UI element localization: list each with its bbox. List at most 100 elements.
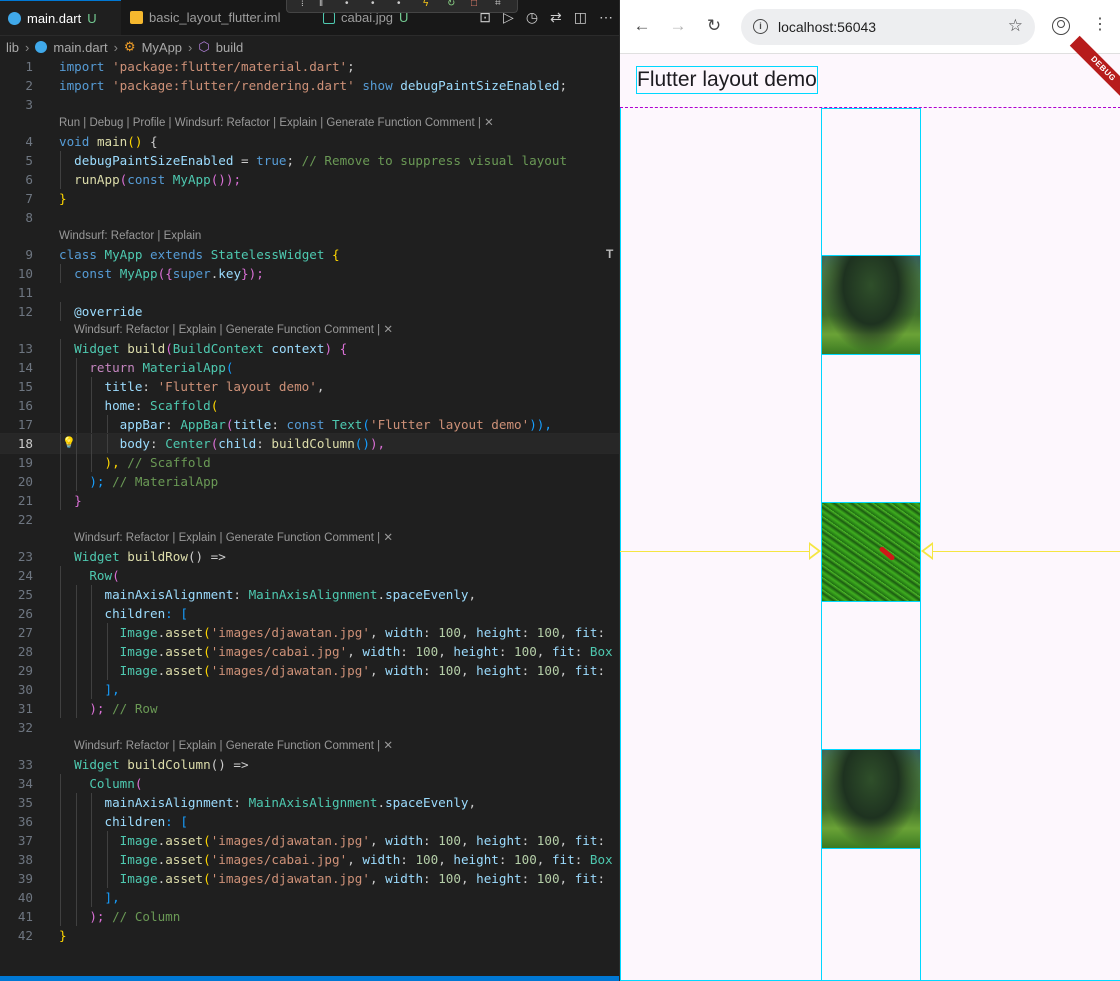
code-line[interactable]: 19 ), // Scaffold — [0, 453, 619, 472]
code-line[interactable]: 22 — [0, 510, 619, 529]
code-token: Box — [589, 644, 613, 659]
code-line[interactable]: 5 debugPaintSizeEnabled = true; // Remov… — [0, 151, 619, 170]
code-line[interactable]: 21 } — [0, 491, 619, 510]
code-line[interactable]: 2 import 'package:flutter/rendering.dart'… — [0, 76, 619, 95]
code-text: Widget buildRow() => — [59, 547, 226, 566]
codelens-text[interactable]: Windsurf: Refactor | Explain | Generate … — [74, 529, 393, 547]
codelens-actions[interactable]: Windsurf: Refactor | Explain | Generate … — [0, 737, 619, 755]
code-text: Image.asset('images/djawatan.jpg', width… — [59, 661, 605, 680]
code-text: debugPaintSizeEnabled = true; // Remove … — [59, 151, 567, 170]
drag-handle-icon[interactable]: ⁞ — [301, 0, 304, 9]
codelens-actions[interactable]: Windsurf: Refactor | Explain | Generate … — [0, 321, 619, 339]
breadcrumb-build[interactable]: build — [216, 40, 243, 55]
code-token: : — [597, 871, 606, 886]
timeline-icon[interactable]: ◷ — [526, 9, 538, 26]
step-into-icon[interactable]: • — [371, 0, 375, 9]
breadcrumb-myapp[interactable]: MyApp — [142, 40, 182, 55]
codelens-actions[interactable]: Run | Debug | Profile | Windsurf: Refact… — [0, 114, 619, 132]
site-info-icon[interactable]: i — [753, 19, 768, 34]
code-line[interactable]: 10 const MyApp({super.key}); — [0, 264, 619, 283]
code-line[interactable]: 6 runApp(const MyApp()); — [0, 170, 619, 189]
code-line[interactable]: 20 ); // MaterialApp — [0, 472, 619, 491]
bookmark-star-icon[interactable]: ☆ — [1008, 16, 1023, 36]
address-bar[interactable]: i localhost:56043 ☆ — [741, 9, 1035, 45]
code-line[interactable]: 37 Image.asset('images/djawatan.jpg', wi… — [0, 831, 619, 850]
codelens-actions[interactable]: Windsurf: Refactor | Explain — [0, 227, 619, 245]
line-number: 13 — [17, 341, 33, 356]
more-actions-icon[interactable]: ⋯ — [599, 9, 613, 26]
tab-basic-layout-iml[interactable]: basic_layout_flutter.iml — [122, 0, 302, 35]
code-line[interactable]: 1 import 'package:flutter/material.dart'; — [0, 57, 619, 76]
code-line[interactable]: 39 Image.asset('images/djawatan.jpg', wi… — [0, 869, 619, 888]
line-number: 30 — [17, 682, 33, 697]
breadcrumb-lib[interactable]: lib — [6, 40, 19, 55]
back-arrow-icon[interactable]: ← — [632, 16, 652, 36]
code-area[interactable]: 1 import 'package:flutter/material.dart';… — [0, 57, 619, 945]
code-line[interactable]: 28 Image.asset('images/cabai.jpg', width… — [0, 642, 619, 661]
code-line[interactable]: 23 Widget buildRow() => — [0, 547, 619, 566]
restart-icon[interactable]: ↻ — [447, 0, 455, 9]
hot-reload-icon[interactable]: ϟ — [423, 0, 428, 9]
code-line[interactable]: 36 children: [ — [0, 812, 619, 831]
pause-icon[interactable]: ‖ — [319, 0, 323, 9]
codelens-text[interactable]: Windsurf: Refactor | Explain | Generate … — [74, 321, 393, 339]
code-line[interactable]: 40 ], — [0, 888, 619, 907]
code-line[interactable]: 27 Image.asset('images/djawatan.jpg', wi… — [0, 623, 619, 642]
code-token: , — [468, 587, 477, 602]
code-token: , — [460, 871, 477, 886]
code-line[interactable]: 30 ], — [0, 680, 619, 699]
code-line[interactable]: 25 mainAxisAlignment: MainAxisAlignment.… — [0, 585, 619, 604]
codelens-text[interactable]: Windsurf: Refactor | Explain | Generate … — [74, 737, 393, 755]
codelens-text[interactable]: Run | Debug | Profile | Windsurf: Refact… — [59, 114, 494, 132]
url-text[interactable]: localhost:56043 — [778, 9, 876, 45]
code-line[interactable]: 18 💡 body: Center(child: buildColumn()), — [0, 433, 619, 454]
code-line[interactable]: 9 class MyApp extends StatelessWidget { — [0, 245, 619, 264]
code-line[interactable]: 24 Row( — [0, 566, 619, 585]
code-token: , — [559, 663, 575, 678]
code-line[interactable]: 12 @override — [0, 302, 619, 321]
code-line[interactable]: 13 Widget build(BuildContext context) { — [0, 339, 619, 358]
code-line[interactable]: 4 void main() { — [0, 132, 619, 151]
code-line[interactable]: 32 — [0, 718, 619, 737]
code-line[interactable]: 29 Image.asset('images/djawatan.jpg', wi… — [0, 661, 619, 680]
profile-icon[interactable] — [1052, 17, 1070, 35]
code-line[interactable]: 8 — [0, 208, 619, 227]
step-over-icon[interactable]: • — [345, 0, 349, 9]
split-editor-icon[interactable]: ◫ — [574, 9, 587, 26]
open-preview-icon[interactable]: ⊡ — [479, 9, 491, 26]
browser-window: ← → ↻ i localhost:56043 ☆ ⋮ Flutter layo… — [619, 0, 1120, 981]
code-line[interactable]: 15 title: 'Flutter layout demo', — [0, 377, 619, 396]
code-line[interactable]: 7} — [0, 189, 619, 208]
code-line[interactable]: 14 return MaterialApp( — [0, 358, 619, 377]
step-out-icon[interactable]: • — [397, 0, 401, 9]
code-line[interactable]: 41 ); // Column — [0, 907, 619, 926]
menu-kebab-icon[interactable]: ⋮ — [1092, 15, 1108, 35]
code-line[interactable]: 3 — [0, 95, 619, 114]
code-token: true — [256, 153, 287, 168]
forward-arrow-icon[interactable]: → — [668, 16, 688, 36]
tab-main-dart[interactable]: main.dart U — [0, 0, 121, 35]
code-line[interactable]: 31 ); // Row — [0, 699, 619, 718]
codelens-text[interactable]: Windsurf: Refactor | Explain — [59, 227, 201, 245]
reload-icon[interactable]: ↻ — [704, 16, 724, 36]
codelens-actions[interactable]: Windsurf: Refactor | Explain | Generate … — [0, 529, 619, 547]
code-line[interactable]: 16 home: Scaffold( — [0, 396, 619, 415]
code-line[interactable]: 11 — [0, 283, 619, 302]
code-line[interactable]: 35 mainAxisAlignment: MainAxisAlignment.… — [0, 793, 619, 812]
iml-file-icon — [130, 11, 143, 24]
breadcrumb-main-dart[interactable]: main.dart — [53, 40, 107, 55]
compare-icon[interactable]: ⇄ — [550, 9, 562, 26]
code-line[interactable]: 26 children: [ — [0, 604, 619, 623]
code-line[interactable]: 38 Image.asset('images/cabai.jpg', width… — [0, 850, 619, 869]
code-token: ( — [165, 341, 173, 356]
code-line[interactable]: 42} — [0, 926, 619, 945]
editor-actions: ⊡ ▷ ◷ ⇄ ◫ ⋯ — [473, 0, 619, 35]
code-token: 100 — [415, 852, 439, 867]
code-line[interactable]: 33 Widget buildColumn() => — [0, 755, 619, 774]
code-line[interactable]: 34 Column( — [0, 774, 619, 793]
code-token: 'images/djawatan.jpg' — [210, 871, 370, 886]
run-icon[interactable]: ▷ — [503, 9, 514, 26]
code-line[interactable]: 17 appBar: AppBar(title: const Text('Flu… — [0, 415, 619, 434]
